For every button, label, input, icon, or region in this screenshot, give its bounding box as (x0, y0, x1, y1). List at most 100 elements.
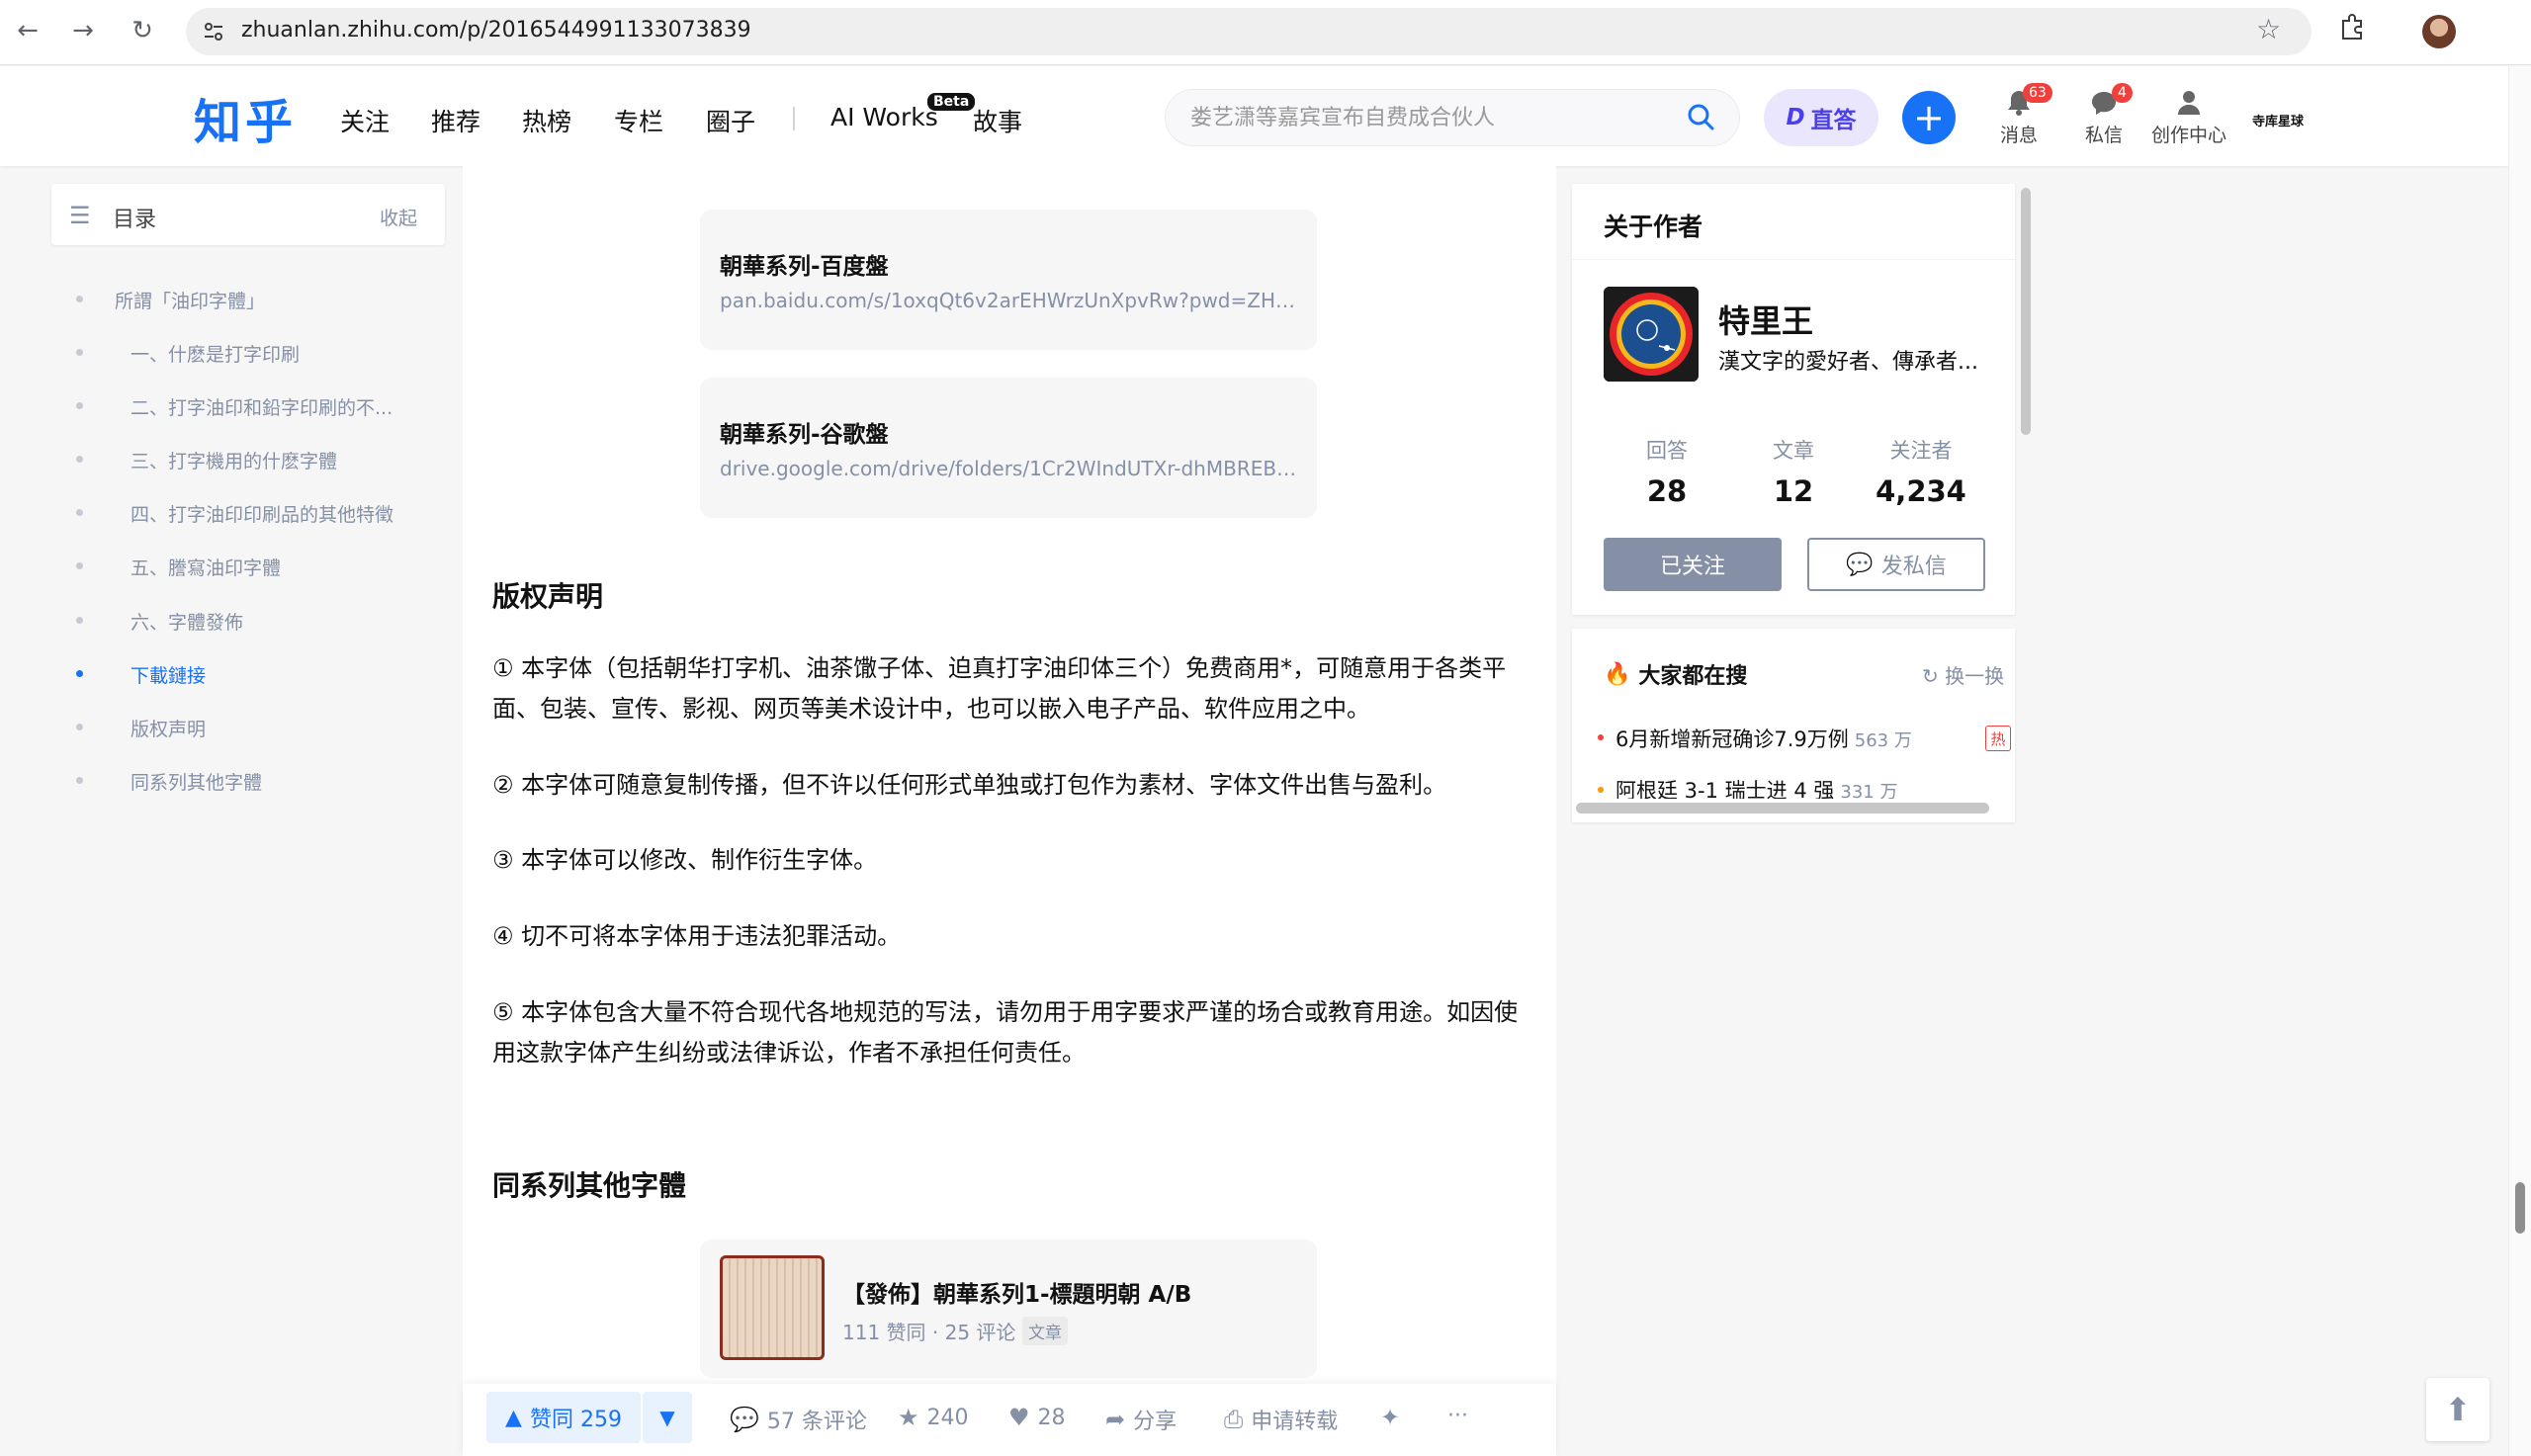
comments-label: 57 条评论 (766, 1410, 867, 1434)
nav-hot[interactable]: 热榜 (522, 103, 571, 138)
url-text[interactable]: zhuanlan.zhihu.com/p/2016544991133073839 (241, 16, 751, 45)
related-article-thumbnail (720, 1255, 825, 1360)
zhihu-logo[interactable]: 知乎 (194, 83, 297, 152)
author-name[interactable]: 特里王 (1718, 297, 1813, 342)
nav-circle[interactable]: 圈子 (706, 103, 755, 138)
search-input[interactable] (1190, 103, 1665, 132)
create-plus-button[interactable]: + (1902, 91, 1956, 144)
related-article-title[interactable]: 【發佈】朝華系列1-標題明朝 A/B (842, 1275, 1191, 1309)
reload-icon[interactable]: ↻ (125, 13, 160, 48)
stat-value: 12 (1773, 474, 1814, 508)
link-card-title: 朝華系列-百度盤 (720, 254, 889, 280)
creator-person-icon (2149, 89, 2228, 119)
share-label: 分享 (1133, 1410, 1178, 1434)
toc-item[interactable]: 一、什麽是打字印刷 (131, 340, 300, 367)
send-message-label: 发私信 (1880, 555, 1947, 579)
back-to-top-button[interactable]: ⬆ (2426, 1378, 2489, 1441)
nav-recommend[interactable]: 推荐 (431, 103, 480, 138)
extensions-icon[interactable] (2337, 12, 2367, 48)
forward-arrow-icon[interactable]: → (65, 13, 101, 48)
stat-followers[interactable]: 关注者 4,234 (1857, 435, 1985, 508)
nav-follow[interactable]: 关注 (340, 103, 390, 138)
nav-column[interactable]: 专栏 (614, 103, 663, 138)
hot-bullet (1598, 734, 1604, 740)
ai-sparkle-button[interactable]: ✦ (1380, 1404, 1400, 1431)
stat-label: 回答 (1646, 439, 1688, 463)
related-article-tag: 文章 (1022, 1317, 1068, 1345)
messages-button[interactable]: 私信 4 (2082, 83, 2133, 147)
notifications-label: 消息 (1999, 125, 2038, 146)
toc-collapse-button[interactable]: 收起 (380, 204, 417, 230)
toc-item[interactable]: 五、謄寫油印字體 (131, 554, 281, 580)
search-icon[interactable] (1685, 101, 1716, 132)
refresh-button[interactable]: ↻ 换一换 (1922, 660, 2004, 689)
toc-bullet (76, 456, 83, 463)
stat-value: 28 (1646, 474, 1688, 508)
comments-button[interactable]: 💬 57 条评论 (730, 1404, 867, 1435)
sidebar-scrollbar-horizontal[interactable] (1576, 803, 1989, 814)
link-card-url: drive.google.com/drive/folders/1Cr2WIndU… (720, 457, 1297, 480)
reprint-button[interactable]: ⎙ 申请转载 (1224, 1404, 1338, 1435)
toc-item[interactable]: 同系列其他字體 (131, 768, 262, 795)
link-card-google[interactable]: 朝華系列-谷歌盤 drive.google.com/drive/folders/… (700, 378, 1317, 518)
profile-avatar[interactable] (2422, 15, 2456, 48)
bookmark-star-icon[interactable]: ☆ (2256, 13, 2281, 45)
stat-answers[interactable]: 回答 28 (1603, 435, 1731, 508)
favorite-button[interactable]: ★ 240 (898, 1404, 969, 1431)
author-avatar[interactable] (1604, 287, 1699, 382)
star-icon: ★ (898, 1404, 919, 1431)
more-button[interactable]: ··· (1447, 1404, 1468, 1428)
toc-item[interactable]: 三、打字機用的什麽字體 (131, 447, 337, 473)
send-message-button[interactable]: 💬 发私信 (1807, 538, 1985, 591)
site-settings-icon[interactable] (196, 14, 231, 49)
hot-item-count: 563 万 (1854, 730, 1912, 751)
comment-icon: 💬 (730, 1406, 759, 1433)
refresh-label: 换一换 (1945, 664, 2005, 688)
flame-icon: 🔥 (1604, 661, 1631, 687)
toc-bullet-active (76, 670, 83, 677)
reprint-label: 申请转载 (1251, 1410, 1339, 1434)
share-button[interactable]: ➦ 分享 (1105, 1404, 1177, 1435)
toc-item[interactable]: 六、字體發佈 (131, 608, 243, 635)
hot-search-item[interactable]: 6月新增新冠确诊7.9万例 563 万 (1615, 724, 1912, 753)
divider (1572, 259, 2015, 260)
triangle-up-icon: ▲ (505, 1405, 522, 1430)
nav-story[interactable]: 故事 (973, 103, 1022, 138)
about-author-title: 关于作者 (1604, 213, 1703, 241)
toc-item[interactable]: 二、打字油印和鉛字印刷的不... (131, 393, 393, 420)
back-arrow-icon[interactable]: ← (10, 13, 45, 48)
nav-ai-works[interactable]: AI Works (830, 103, 938, 131)
downvote-button[interactable]: ▼ (643, 1392, 692, 1443)
link-card-url: pan.baidu.com/s/1oxqQt6v2arEHWrzUnXpvRw?… (720, 289, 1297, 312)
heart-icon: ♥ (1008, 1404, 1030, 1431)
refresh-icon: ↻ (1922, 664, 1939, 688)
beta-badge: Beta (927, 93, 976, 111)
messages-label: 私信 (2084, 125, 2123, 146)
toc-item[interactable]: 四、打字油印印刷品的其他特徵 (131, 500, 393, 527)
followed-button[interactable]: 已关注 (1604, 538, 1782, 591)
toc-item[interactable]: 版权声明 (131, 715, 206, 741)
toc-item-active[interactable]: 下載鏈接 (131, 661, 206, 688)
hot-search-item[interactable]: 阿根廷 3-1 瑞士进 4 强 331 万 (1615, 775, 1897, 799)
like-button[interactable]: ♥ 28 (1008, 1404, 1066, 1431)
link-card-title: 朝華系列-谷歌盤 (720, 422, 889, 448)
paragraph: ① 本字体（包括朝华打字机、油茶馓子体、迫真打字油印体三个）免费商用*，可随意用… (492, 654, 1507, 723)
notifications-button[interactable]: 消息 63 (1997, 83, 2052, 147)
page-scrollbar[interactable] (2508, 66, 2531, 1456)
link-card-baidu[interactable]: 朝華系列-百度盤 pan.baidu.com/s/1oxqQt6v2arEHWr… (700, 210, 1317, 350)
toc-bullet (76, 724, 83, 730)
stat-articles[interactable]: 文章 12 (1729, 435, 1858, 508)
toc-bullet (76, 617, 83, 624)
triangle-down-icon: ▼ (659, 1406, 675, 1429)
creator-center-button[interactable]: 创作中心 (2149, 89, 2228, 147)
arrow-up-icon: ⬆ (2444, 1391, 2472, 1428)
upvote-button[interactable]: ▲ 赞同 259 (486, 1392, 641, 1443)
hot-search-title: 大家都在搜 (1638, 664, 1748, 689)
toc-bullet (76, 562, 83, 569)
zhida-button[interactable]: D 直答 (1764, 89, 1878, 146)
toc-item[interactable]: 所謂「油印字體」 (115, 287, 265, 313)
paragraph: ③ 本字体可以修改、制作衍生字体。 (492, 846, 878, 874)
page-scrollbar-thumb[interactable] (2515, 1182, 2525, 1234)
sidebar-scrollbar-vertical[interactable] (2021, 188, 2031, 435)
xingqiu-logo[interactable]: 寺库星球 (2252, 111, 2304, 129)
